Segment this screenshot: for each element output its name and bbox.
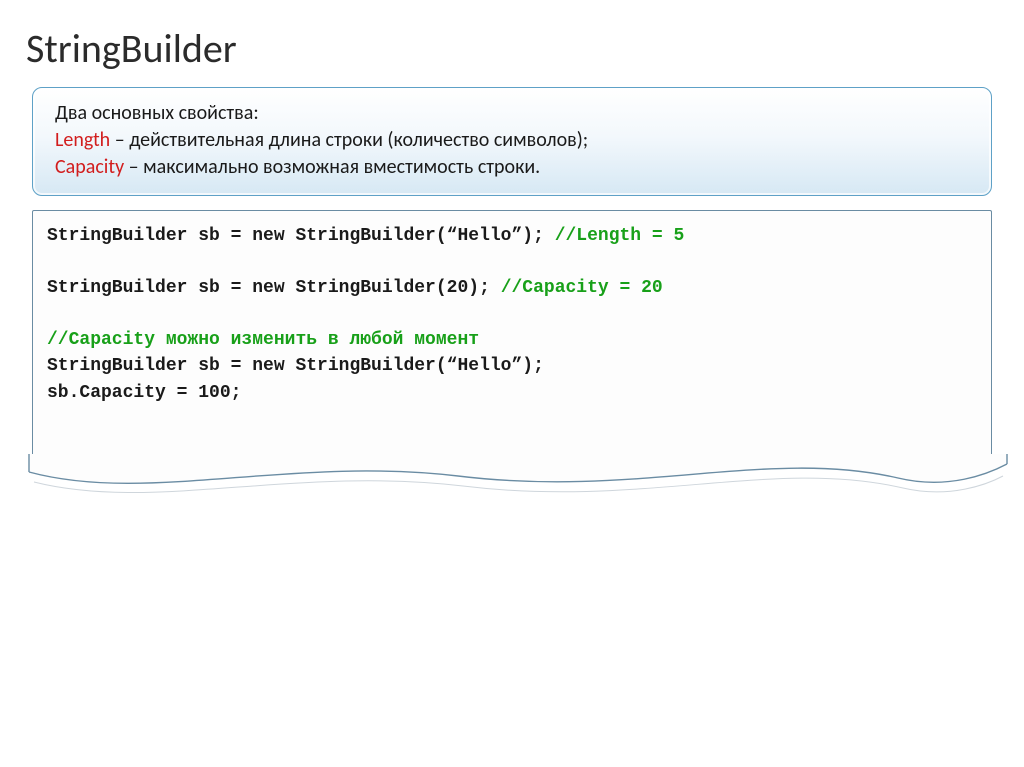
info-panel: Два основных свойства: Length – действит…: [32, 87, 992, 196]
code-l1: StringBuilder sb = new StringBuilder(“He…: [47, 226, 555, 246]
code-l4: StringBuilder sb = new StringBuilder(“He…: [47, 356, 544, 376]
info-line-length: Length – действительная длина строки (ко…: [55, 127, 969, 154]
code-l2: StringBuilder sb = new StringBuilder(20)…: [47, 278, 501, 298]
info-intro-text: Два основных свойства:: [55, 101, 259, 125]
code-block: StringBuilder sb = new StringBuilder(“He…: [32, 210, 992, 470]
code-panel: StringBuilder sb = new StringBuilder(“He…: [32, 210, 992, 470]
info-capacity-prop: Capacity: [55, 155, 124, 179]
code-l1-comment: //Length = 5: [555, 226, 685, 246]
info-line-capacity: Capacity – максимально возможная вместим…: [55, 154, 969, 181]
info-length-rest: – действительная длина строки (количеств…: [110, 128, 588, 152]
info-intro: Два основных свойства:: [55, 100, 969, 127]
code-l3-comment: //Capacity можно изменить в любой момент: [47, 330, 479, 350]
slide-title: StringBuilder: [26, 24, 1004, 73]
code-l5: sb.Capacity = 100;: [47, 383, 241, 403]
code-l2-comment: //Capacity = 20: [501, 278, 663, 298]
info-capacity-rest: – максимально возможная вместимость стро…: [124, 155, 540, 179]
info-length-prop: Length: [55, 128, 110, 152]
